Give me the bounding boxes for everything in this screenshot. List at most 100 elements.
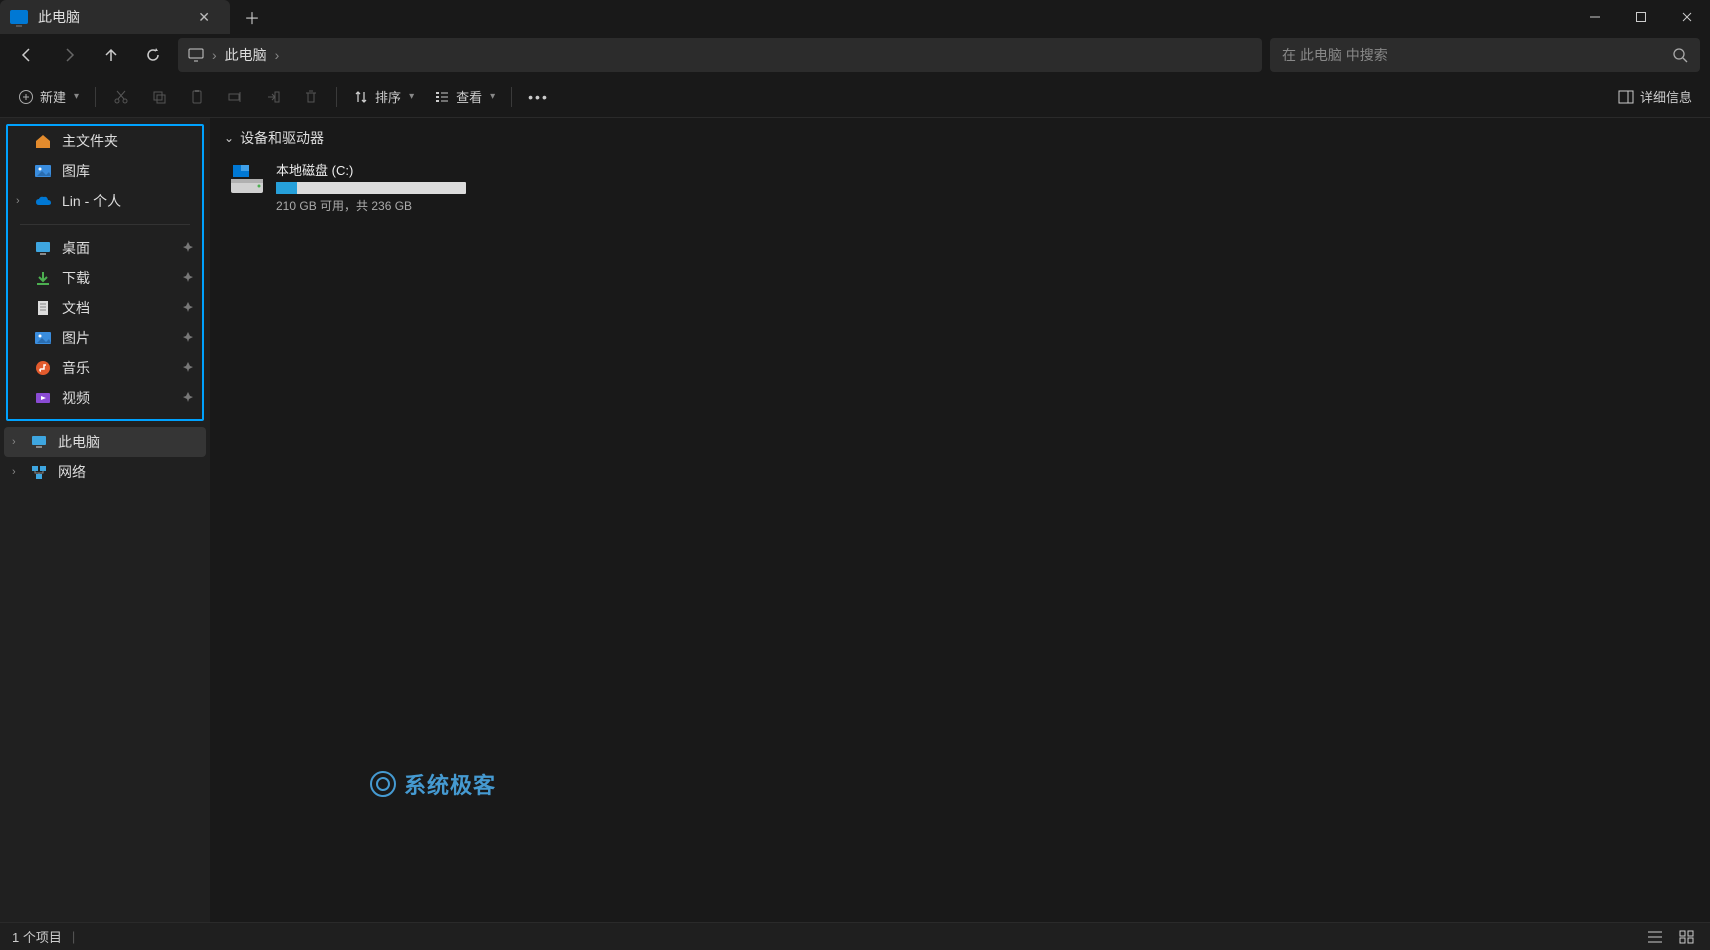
more-button[interactable]: ••• xyxy=(520,81,557,113)
share-button[interactable] xyxy=(256,81,290,113)
tab-thispc[interactable]: 此电脑 ✕ xyxy=(0,0,230,34)
network-icon xyxy=(30,464,48,480)
sort-button[interactable]: 排序 ▾ xyxy=(345,81,422,113)
drive-usage-fill xyxy=(276,182,297,194)
monitor-icon xyxy=(188,48,204,62)
clipboard-icon xyxy=(189,89,205,105)
address-bar[interactable]: › 此电脑 › xyxy=(178,38,1262,72)
drive-icon xyxy=(228,160,266,198)
sidebar-item-label: 文档 xyxy=(62,298,90,318)
sidebar-item-label: 桌面 xyxy=(62,238,90,258)
tiles-view-button[interactable] xyxy=(1676,928,1698,946)
minimize-button[interactable] xyxy=(1572,0,1618,34)
chevron-right-icon: › xyxy=(16,195,20,207)
sidebar-item-music[interactable]: 音乐 xyxy=(8,353,202,383)
sidebar-item-pictures[interactable]: 图片 xyxy=(8,323,202,353)
chevron-down-icon: ⌄ xyxy=(224,131,234,145)
pin-icon xyxy=(182,390,194,406)
tab-close-button[interactable]: ✕ xyxy=(192,7,216,28)
drive-item-c[interactable]: 本地磁盘 (C:) 210 GB 可用，共 236 GB xyxy=(224,156,484,218)
pictures-icon xyxy=(34,330,52,346)
details-pane-button[interactable]: 详细信息 xyxy=(1610,81,1700,113)
sidebar-item-videos[interactable]: 视频 xyxy=(8,383,202,413)
new-button[interactable]: 新建 ▾ xyxy=(10,81,87,113)
chevron-right-icon: › xyxy=(212,47,217,63)
cut-button[interactable] xyxy=(104,81,138,113)
command-bar: 新建 ▾ 排序 ▾ 查看 ▾ ••• 详细信息 xyxy=(0,76,1710,118)
delete-button[interactable] xyxy=(294,81,328,113)
chevron-right-icon: › xyxy=(275,47,280,63)
sidebar-item-gallery[interactable]: 图库 xyxy=(8,156,202,186)
title-bar: 此电脑 ✕ ＋ xyxy=(0,0,1710,34)
breadcrumb-current[interactable]: 此电脑 xyxy=(225,45,267,65)
chevron-right-icon: › xyxy=(12,436,16,448)
breadcrumb: › 此电脑 › xyxy=(188,45,283,65)
drive-usage-bar xyxy=(276,182,466,194)
sidebar-item-label: 音乐 xyxy=(62,358,90,378)
sidebar-item-downloads[interactable]: 下载 xyxy=(8,263,202,293)
rename-icon xyxy=(227,89,243,105)
sidebar-item-home[interactable]: 主文件夹 xyxy=(8,126,202,156)
details-label: 详细信息 xyxy=(1640,87,1692,106)
plus-circle-icon xyxy=(18,89,34,105)
pin-icon xyxy=(182,300,194,316)
sidebar-item-documents[interactable]: 文档 xyxy=(8,293,202,323)
pin-icon xyxy=(182,360,194,376)
navigation-bar: › 此电脑 › 在 此电脑 中搜索 xyxy=(0,34,1710,76)
paste-button[interactable] xyxy=(180,81,214,113)
pin-icon xyxy=(182,240,194,256)
new-label: 新建 xyxy=(40,87,66,106)
chevron-down-icon: ▾ xyxy=(490,91,495,102)
sidebar-highlighted-group: 主文件夹 图库 › Lin - 个人 桌面 下载 xyxy=(6,124,204,421)
view-button[interactable]: 查看 ▾ xyxy=(426,81,503,113)
rename-button[interactable] xyxy=(218,81,252,113)
status-separator: | xyxy=(72,929,75,944)
sidebar-item-label: 网络 xyxy=(58,462,86,482)
details-pane-icon xyxy=(1618,89,1634,105)
pin-icon xyxy=(182,270,194,286)
sidebar-item-label: Lin - 个人 xyxy=(62,191,121,211)
sidebar-item-network[interactable]: › 网络 xyxy=(4,457,206,487)
sidebar-item-label: 图片 xyxy=(62,328,90,348)
navigation-sidebar: 主文件夹 图库 › Lin - 个人 桌面 下载 xyxy=(0,118,210,922)
back-button[interactable] xyxy=(10,38,44,72)
watermark-logo-icon xyxy=(370,771,396,797)
copy-button[interactable] xyxy=(142,81,176,113)
status-bar: 1 个项目 | xyxy=(0,922,1710,950)
tab-strip: 此电脑 ✕ ＋ xyxy=(0,0,274,34)
sidebar-item-label: 此电脑 xyxy=(58,432,100,452)
chevron-down-icon: ▾ xyxy=(74,91,79,102)
share-icon xyxy=(265,89,281,105)
watermark: 系统极客 xyxy=(370,768,496,800)
sidebar-item-desktop[interactable]: 桌面 xyxy=(8,233,202,263)
maximize-button[interactable] xyxy=(1618,0,1664,34)
drive-label: 本地磁盘 (C:) xyxy=(276,160,480,179)
gallery-icon xyxy=(34,163,52,179)
sidebar-item-label: 主文件夹 xyxy=(62,131,118,151)
section-devices-drives[interactable]: ⌄ 设备和驱动器 xyxy=(224,128,1696,148)
ellipsis-icon: ••• xyxy=(528,89,549,105)
up-button[interactable] xyxy=(94,38,128,72)
sidebar-item-onedrive[interactable]: › Lin - 个人 xyxy=(8,186,202,216)
main-area: 主文件夹 图库 › Lin - 个人 桌面 下载 xyxy=(0,118,1710,922)
search-icon xyxy=(1672,47,1688,63)
sort-label: 排序 xyxy=(375,87,401,106)
desktop-icon xyxy=(34,240,52,256)
search-input[interactable]: 在 此电脑 中搜索 xyxy=(1270,38,1700,72)
documents-icon xyxy=(34,300,52,316)
sort-icon xyxy=(353,89,369,105)
sidebar-item-thispc[interactable]: › 此电脑 xyxy=(4,427,206,457)
onedrive-icon xyxy=(34,193,52,209)
videos-icon xyxy=(34,390,52,406)
search-placeholder: 在 此电脑 中搜索 xyxy=(1282,45,1672,65)
details-view-button[interactable] xyxy=(1644,928,1666,946)
music-icon xyxy=(34,360,52,376)
window-controls xyxy=(1572,0,1710,34)
refresh-button[interactable] xyxy=(136,38,170,72)
content-area: ⌄ 设备和驱动器 本地磁盘 (C:) 210 GB 可用，共 236 GB xyxy=(210,118,1710,922)
new-tab-button[interactable]: ＋ xyxy=(230,5,274,29)
watermark-text: 系统极客 xyxy=(404,768,496,800)
sidebar-item-label: 下载 xyxy=(62,268,90,288)
forward-button[interactable] xyxy=(52,38,86,72)
close-window-button[interactable] xyxy=(1664,0,1710,34)
